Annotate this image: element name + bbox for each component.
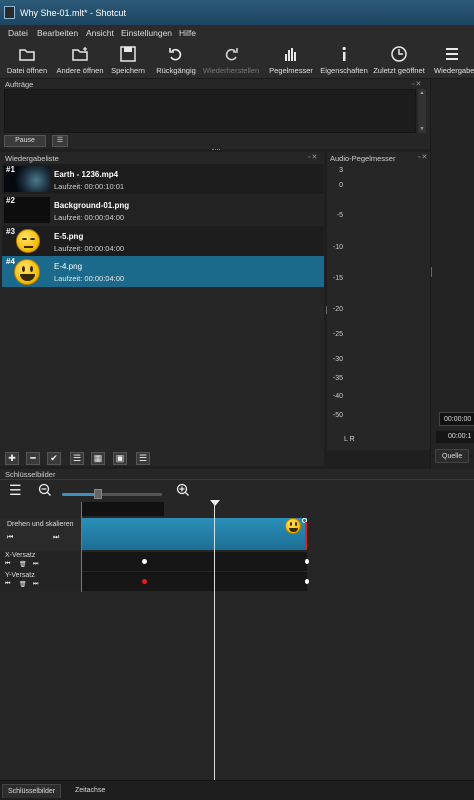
grid-view-icon[interactable]: ▦ bbox=[91, 452, 105, 465]
zoom-in-icon[interactable] bbox=[176, 483, 190, 497]
player-panel: 00:00:00 00:00:1 Quelle bbox=[430, 79, 474, 469]
redo-button[interactable]: Wiederherstellen bbox=[200, 40, 262, 79]
y-offset-label: Y-Versatz bbox=[5, 572, 35, 579]
x-offset-row[interactable] bbox=[81, 552, 307, 571]
playlist-button[interactable]: Wiedergabel bbox=[430, 40, 474, 79]
audio-meter-panel: Audio-Pegelmesser bbox=[327, 152, 430, 450]
duration-timecode: 00:00:1 bbox=[436, 431, 474, 443]
x-keyframe-point[interactable] bbox=[142, 559, 147, 564]
keyframes-menu-icon[interactable]: ☰ bbox=[9, 482, 22, 499]
update-check-icon[interactable]: ✔ bbox=[47, 452, 61, 465]
clip-end-marker bbox=[305, 522, 307, 550]
x-prev-keyframe-icon[interactable]: ⏮ bbox=[5, 561, 10, 568]
playlist-item-selected[interactable]: #4 E-4.png Laufzeit: 00:00:04:00 bbox=[2, 256, 324, 287]
playlist-title: Wiedergabeliste bbox=[5, 154, 59, 163]
open-other-icon bbox=[72, 47, 88, 61]
properties-button[interactable]: Eigenschaften bbox=[319, 40, 369, 79]
menu-einstellungen[interactable]: Einstellungen bbox=[121, 28, 172, 38]
zoom-out-icon[interactable] bbox=[38, 483, 52, 497]
x-delete-keyframe-icon[interactable]: 🗑 bbox=[19, 561, 27, 568]
zoom-slider-handle[interactable] bbox=[94, 489, 102, 499]
jobs-scrollbar[interactable]: ▲ ▼ bbox=[418, 89, 426, 133]
details-view-icon[interactable]: ☰ bbox=[70, 452, 84, 465]
y-keyframe-point-end[interactable] bbox=[305, 579, 309, 584]
meter-button[interactable]: Pegelmesser bbox=[267, 40, 315, 79]
jobs-title: Aufträge bbox=[5, 80, 34, 89]
jobs-menu-button[interactable]: ☰ bbox=[52, 135, 68, 147]
x-next-keyframe-icon[interactable]: ⏭ bbox=[33, 561, 38, 568]
jobs-dock-buttons[interactable]: ▫✕ bbox=[412, 80, 422, 88]
info-icon bbox=[342, 46, 346, 61]
playlist-dock-buttons[interactable]: ▫✕ bbox=[308, 153, 318, 161]
source-tab[interactable]: Quelle bbox=[435, 449, 469, 463]
menu-hilfe[interactable]: Hilfe bbox=[179, 28, 196, 38]
playlist-item[interactable]: #3 E-5.png Laufzeit: 00:00:04:00 bbox=[2, 226, 324, 256]
tab-keyframes[interactable]: Schlüsselbilder bbox=[2, 784, 62, 798]
filter-name-label: Drehen und skalieren bbox=[7, 521, 74, 528]
menu-bearbeiten[interactable]: Bearbeiten bbox=[37, 28, 78, 38]
playlist-item[interactable]: #2 Background-01.png Laufzeit: 00:00:04:… bbox=[2, 195, 324, 225]
prev-keyframe-icon[interactable]: ⏮ bbox=[7, 534, 13, 542]
open-file-button[interactable]: Datei öffnen bbox=[4, 40, 50, 79]
next-keyframe-icon[interactable]: ⏭ bbox=[53, 534, 59, 542]
y-next-keyframe-icon[interactable]: ⏭ bbox=[33, 581, 38, 588]
main-toolbar: Datei öffnen Andere öffnen Speichern Rüc… bbox=[0, 40, 474, 79]
remove-icon[interactable]: ━ bbox=[26, 452, 40, 465]
app-icon bbox=[4, 6, 15, 19]
y-delete-keyframe-icon[interactable]: 🗑 bbox=[19, 581, 27, 588]
audio-meter-title: Audio-Pegelmesser bbox=[330, 154, 396, 163]
playlist-item[interactable]: #1 Earth - 1236.mp4 Laufzeit: 00:00:10:0… bbox=[2, 164, 324, 194]
save-button[interactable]: Speichern bbox=[108, 40, 148, 79]
pause-button[interactable]: Pause bbox=[4, 135, 46, 147]
clock-icon bbox=[391, 46, 407, 62]
splitter-handle[interactable] bbox=[431, 267, 432, 277]
menu-ansicht[interactable]: Ansicht bbox=[86, 28, 114, 38]
playhead-handle[interactable] bbox=[210, 500, 220, 506]
recent-button[interactable]: Zuletzt geöffnet bbox=[372, 40, 426, 79]
window-title: Why She-01.mlt* - Shotcut bbox=[20, 8, 127, 18]
meter-icon bbox=[285, 48, 296, 61]
folder-open-icon bbox=[19, 49, 35, 61]
jobs-list[interactable] bbox=[4, 89, 416, 133]
smiling-face-icon bbox=[14, 259, 40, 285]
keyframes-ruler[interactable] bbox=[81, 502, 164, 516]
keyframes-title: Schlüsselbilder bbox=[5, 470, 56, 479]
icon-view-icon[interactable]: ▣ bbox=[113, 452, 127, 465]
playlist-icon bbox=[446, 48, 458, 60]
scroll-up-arrow-icon[interactable]: ▲ bbox=[419, 90, 425, 96]
bottom-tab-bar: Schlüsselbilder Zeitachse bbox=[0, 780, 474, 800]
audio-dock-buttons-right[interactable]: ▫✕ bbox=[418, 153, 428, 161]
clip-thumbnail-smile-icon bbox=[285, 518, 301, 534]
playhead[interactable] bbox=[214, 502, 215, 780]
tab-timeline[interactable]: Zeitachse bbox=[70, 784, 110, 798]
undo-button[interactable]: Rückgängig bbox=[154, 40, 198, 79]
undo-icon bbox=[169, 48, 182, 61]
x-offset-label: X-Versatz bbox=[5, 552, 36, 559]
playlist-toolbar: ✚ ━ ✔ ☰ ▦ ▣ ☰ bbox=[0, 450, 324, 466]
x-keyframe-point-end[interactable] bbox=[305, 559, 309, 564]
audio-channel-labels: L R bbox=[344, 436, 355, 443]
open-other-button[interactable]: Andere öffnen bbox=[54, 40, 106, 79]
save-icon bbox=[120, 46, 136, 62]
add-icon[interactable]: ✚ bbox=[5, 452, 19, 465]
y-offset-row[interactable] bbox=[81, 572, 307, 591]
splitter-handle[interactable] bbox=[212, 149, 220, 150]
menu-bar: Datei Bearbeiten Ansicht Einstellungen H… bbox=[0, 25, 474, 40]
position-timecode[interactable]: 00:00:00 bbox=[439, 412, 474, 426]
playlist-menu-icon[interactable]: ☰ bbox=[136, 452, 150, 465]
filter-clip-track[interactable] bbox=[81, 518, 307, 550]
splitter-handle[interactable] bbox=[326, 306, 327, 314]
neutral-face-icon bbox=[16, 229, 40, 253]
title-bar: Why She-01.mlt* - Shotcut bbox=[0, 0, 474, 25]
y-prev-keyframe-icon[interactable]: ⏮ bbox=[5, 581, 10, 588]
y-keyframe-point[interactable] bbox=[142, 579, 147, 584]
menu-datei[interactable]: Datei bbox=[8, 28, 28, 38]
keyframes-panel: Schlüsselbilder ☰ bbox=[0, 469, 474, 780]
redo-icon bbox=[225, 48, 238, 61]
scroll-down-arrow-icon[interactable]: ▼ bbox=[419, 126, 425, 132]
